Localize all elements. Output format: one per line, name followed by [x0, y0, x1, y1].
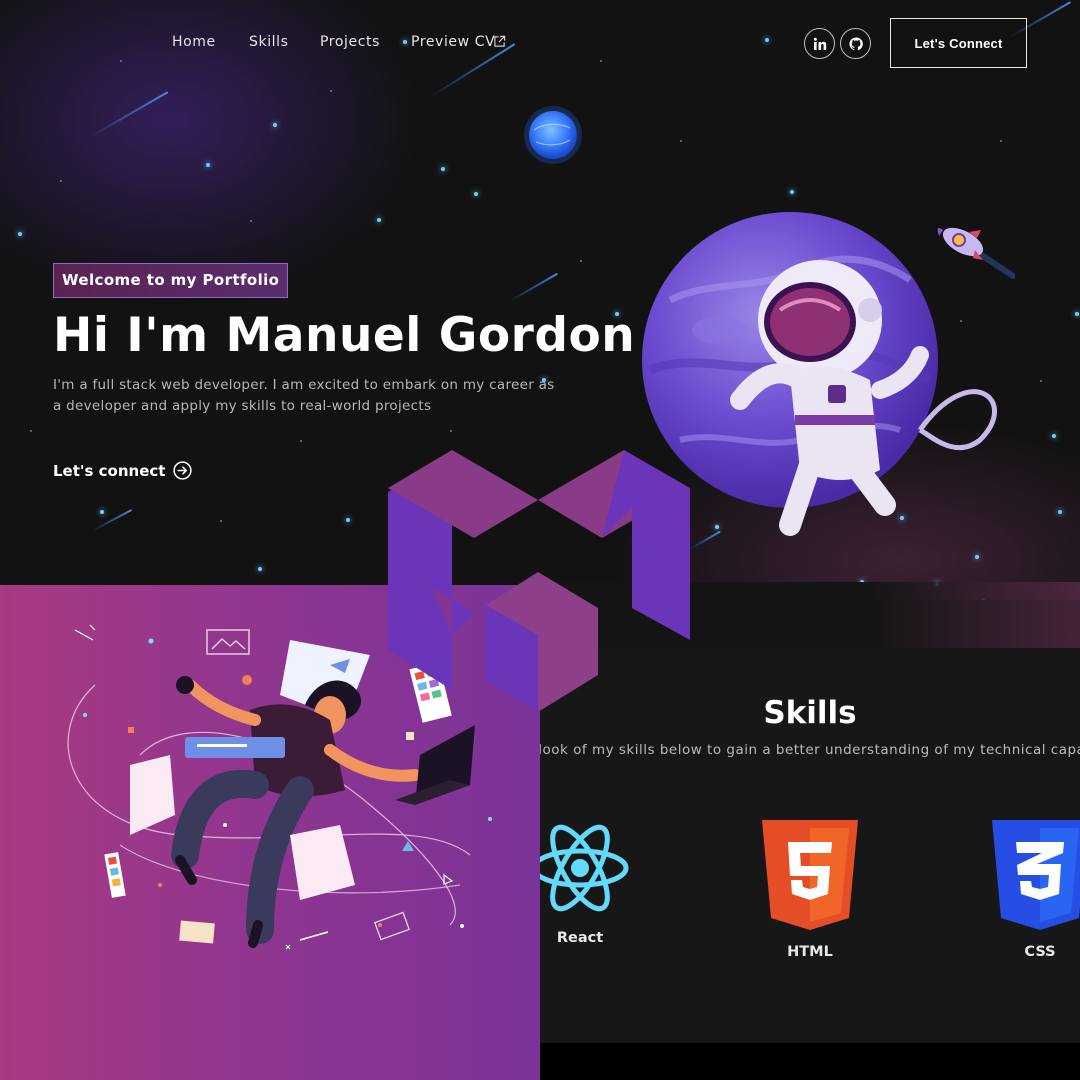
star: [715, 525, 719, 529]
arrow-right-circle-icon: [173, 461, 193, 480]
star: [100, 510, 104, 514]
meteor: [689, 530, 721, 550]
star: [377, 218, 381, 222]
nav-link-home[interactable]: Home: [172, 34, 216, 50]
star: [765, 38, 769, 42]
lets-connect-label: Let's connect: [53, 461, 166, 480]
star: [403, 40, 407, 44]
star: [441, 167, 445, 171]
meteor: [91, 508, 133, 532]
react-icon: [540, 824, 629, 912]
star: [1075, 312, 1079, 316]
github-icon: [848, 36, 863, 50]
skill-label-react: React: [556, 930, 604, 946]
lets-connect-button[interactable]: Let's Connect: [890, 18, 1027, 68]
star: [1000, 140, 1002, 142]
nav-link-skills[interactable]: Skills: [249, 34, 289, 50]
star: [975, 555, 979, 559]
skill-card-react: React: [540, 820, 650, 946]
bottom-bar: [540, 1043, 1080, 1080]
star: [600, 60, 602, 62]
nav-link-projects[interactable]: Projects: [320, 34, 380, 50]
star: [1052, 434, 1056, 438]
meteor: [89, 91, 169, 138]
star: [120, 60, 122, 62]
skill-label-html: HTML: [787, 944, 833, 960]
star: [60, 180, 62, 182]
skill-card-css: CSS: [970, 820, 1080, 960]
star: [346, 518, 350, 522]
skills-subtitle: Take a look of my skills below to gain a…: [540, 742, 1080, 758]
star: [474, 192, 478, 196]
welcome-badge: Welcome to my Portfolio: [53, 263, 289, 298]
brand-logo: [388, 450, 690, 712]
star: [450, 430, 452, 432]
star: [1058, 510, 1062, 514]
hero-title: Hi I'm Manuel Gordon: [53, 308, 636, 363]
lets-connect-link[interactable]: Let's connect: [53, 461, 193, 480]
external-link-icon: [494, 35, 506, 47]
linkedin-button[interactable]: [804, 28, 835, 59]
star: [258, 567, 262, 571]
star: [220, 520, 222, 522]
star: [30, 430, 32, 432]
astronaut-icon: [730, 260, 997, 536]
star: [273, 123, 277, 127]
star: [580, 260, 582, 262]
html5-icon: [762, 820, 858, 930]
github-button[interactable]: [840, 28, 871, 59]
meteor: [509, 272, 559, 302]
star: [790, 190, 794, 194]
hero-description: I'm a full stack web developer. I am exc…: [53, 377, 555, 414]
css3-icon: [992, 820, 1080, 930]
meteor: [429, 43, 516, 98]
star: [250, 220, 252, 222]
star: [330, 90, 332, 92]
star: [300, 440, 302, 442]
star: [18, 232, 22, 236]
nav-link-preview-cv[interactable]: Preview CV: [411, 34, 495, 50]
star: [680, 140, 682, 142]
star: [206, 163, 210, 167]
blue-planet-icon: [524, 106, 582, 164]
linkedin-icon: [813, 37, 826, 50]
skill-card-html: HTML: [740, 820, 880, 960]
skill-label-css: CSS: [1024, 944, 1056, 960]
star: [1040, 380, 1042, 382]
